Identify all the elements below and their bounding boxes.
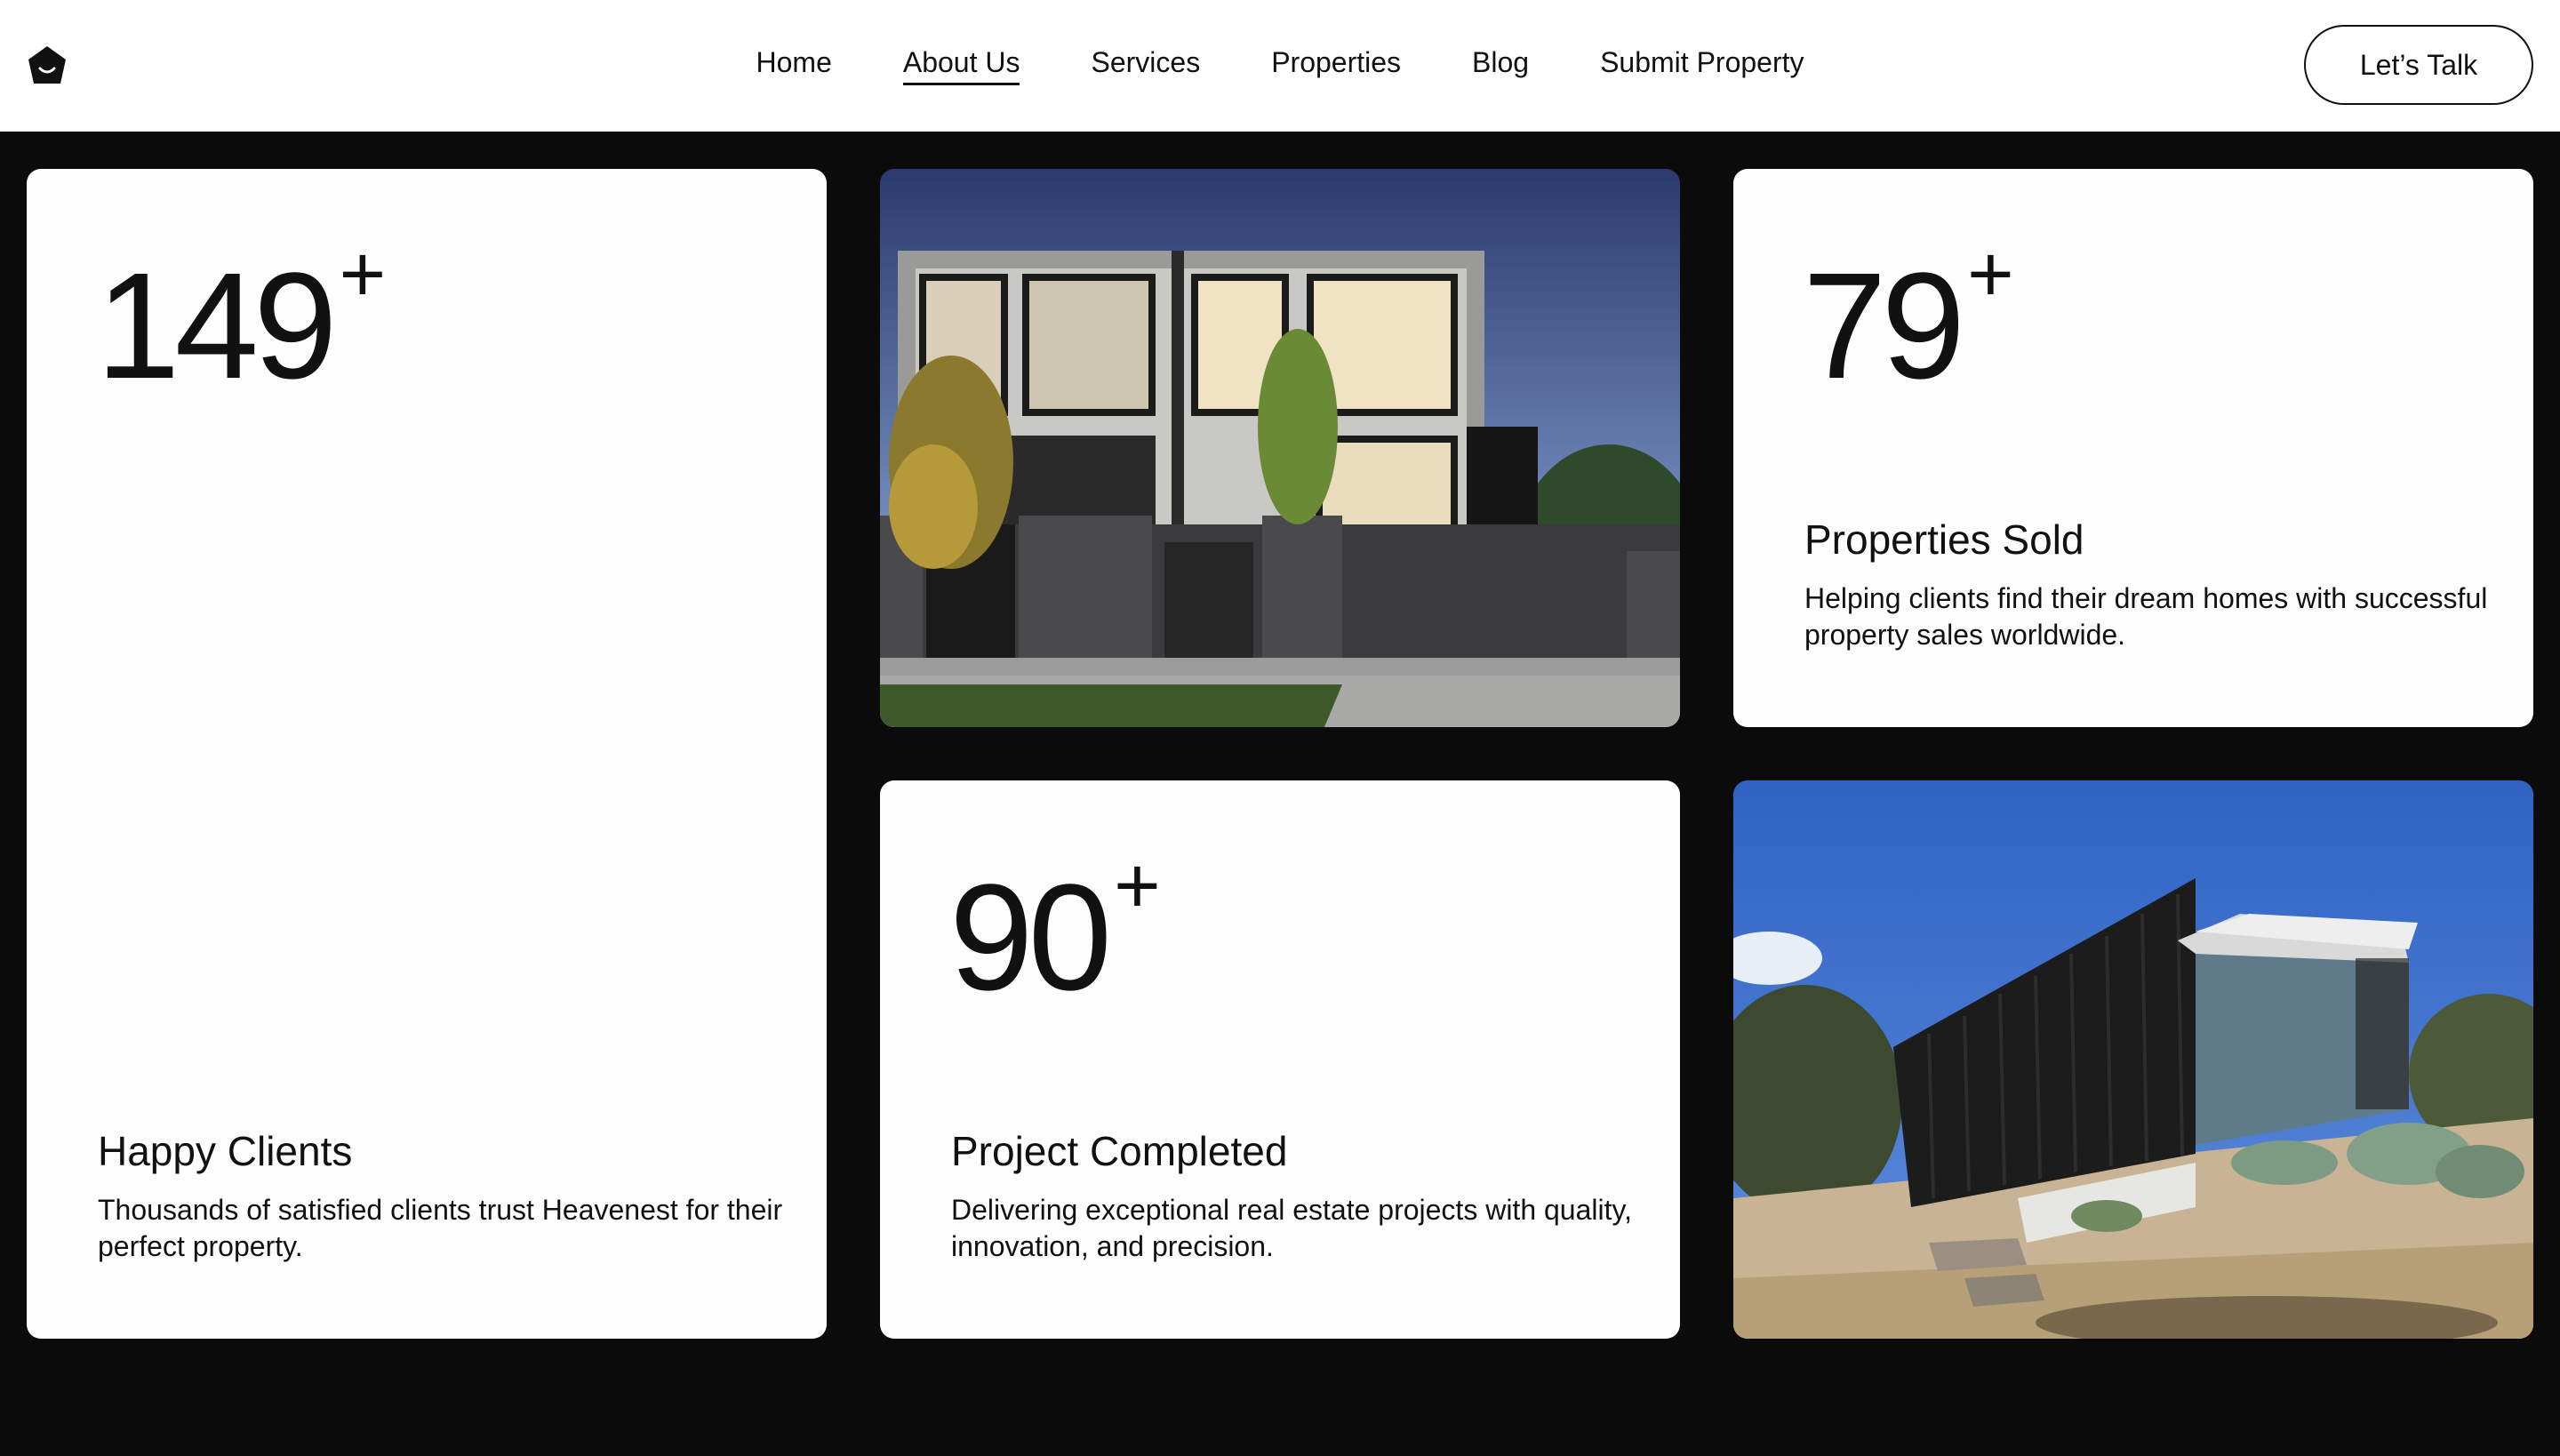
townhouse-photo (880, 169, 1680, 727)
nav-services[interactable]: Services (1091, 43, 1200, 85)
stat-number: 79+ (1803, 230, 2014, 411)
stat-number: 90+ (949, 842, 1161, 1022)
stat-description: Helping clients find their dream homes w… (1804, 582, 2488, 651)
nav-submit-property[interactable]: Submit Property (1600, 43, 1804, 85)
main-nav: Home About Us Services Properties Blog S… (0, 43, 2560, 85)
stat-description: Delivering exceptional real estate proje… (951, 1194, 1633, 1262)
property-image-townhouse (880, 169, 1680, 727)
nav-about-us[interactable]: About Us (902, 43, 1020, 85)
stat-card-properties-sold: 79+ Properties Sold Helping clients find… (1733, 169, 2533, 727)
stat-description: Thousands of satisfied clients trust Hea… (98, 1194, 783, 1262)
stat-number: 149+ (96, 230, 387, 411)
property-image-beach-house (1733, 780, 2533, 1339)
stat-title: Properties Sold (1804, 516, 2084, 563)
stat-card-happy-clients: 149+ Happy Clients Thousands of satisfie… (27, 169, 827, 1339)
stat-card-project-completed: 90+ Project Completed Delivering excepti… (880, 780, 1680, 1339)
beach-house-photo (1733, 780, 2533, 1339)
stat-title: Happy Clients (98, 1128, 353, 1174)
nav-home[interactable]: Home (756, 43, 832, 85)
site-header: Home About Us Services Properties Blog S… (0, 0, 2560, 132)
stat-title: Project Completed (951, 1128, 1288, 1174)
nav-blog[interactable]: Blog (1472, 43, 1529, 85)
lets-talk-button[interactable]: Let’s Talk (2304, 25, 2533, 105)
nav-properties[interactable]: Properties (1271, 43, 1401, 85)
